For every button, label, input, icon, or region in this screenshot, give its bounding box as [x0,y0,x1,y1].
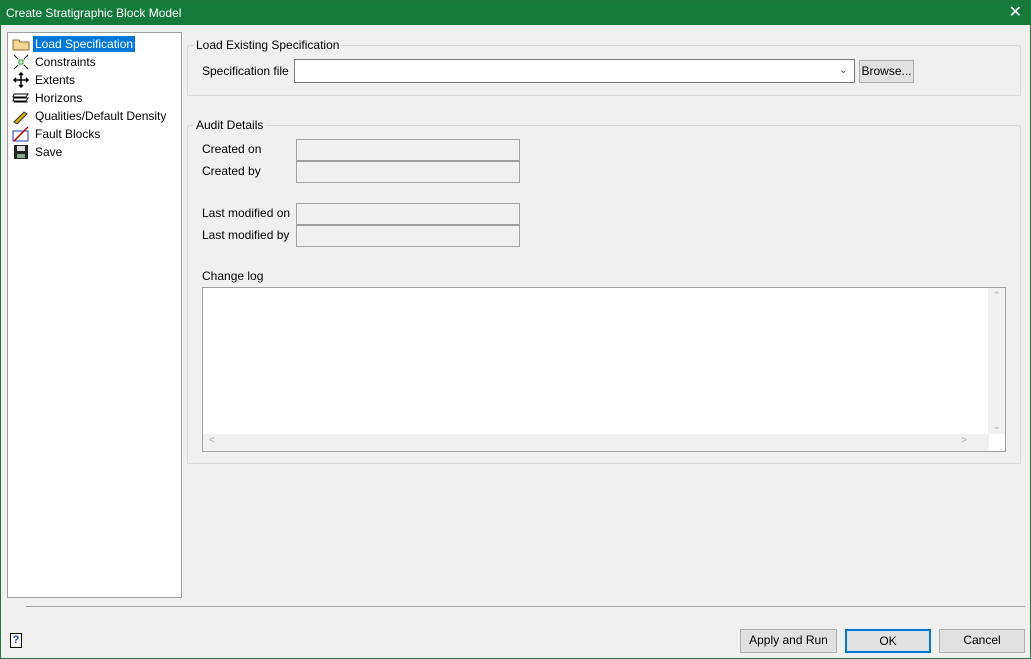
close-icon[interactable]: ✕ [1009,1,1022,25]
fault-icon [12,126,29,142]
last-modified-by-label: Last modified by [202,228,290,242]
change-log-label: Change log [202,269,264,283]
floppy-disk-icon [14,145,28,159]
group-caption: Load Existing Specification [194,38,342,52]
tree-item-horizons[interactable]: Horizons [12,89,84,107]
apply-and-run-button[interactable]: Apply and Run [740,629,837,653]
navigation-tree: Load Specification Constraints Extents H… [7,32,182,598]
tree-item-save[interactable]: Save [12,143,64,161]
last-modified-on-label: Last modified on [202,206,291,220]
change-log-textarea[interactable]: ⌃ ⌄ < > [202,287,1006,452]
footer-divider [26,606,1025,607]
dialog-window: Create Stratigraphic Block Model ✕ Load … [0,0,1031,659]
tree-item-load-specification[interactable]: Load Specification [12,35,136,53]
created-on-label: Created on [202,142,262,156]
folder-icon [12,39,30,51]
title-bar: Create Stratigraphic Block Model ✕ [1,1,1030,25]
tree-item-label: Horizons [35,91,83,105]
group-caption: Audit Details [194,118,266,132]
created-on-field [296,139,520,161]
horizontal-scrollbar[interactable]: < > [203,434,989,451]
created-by-field [296,161,520,183]
specification-file-combobox[interactable]: ⌄ [294,59,855,83]
cancel-button[interactable]: Cancel [939,629,1025,653]
help-icon[interactable]: ? [10,633,22,648]
tree-item-label: Constraints [35,55,96,69]
created-by-label: Created by [202,164,261,178]
layers-icon [12,93,29,103]
tree-item-qualities[interactable]: Qualities/Default Density [12,107,168,125]
tree-item-fault-blocks[interactable]: Fault Blocks [12,125,102,143]
chevron-down-icon[interactable]: ⌄ [839,63,848,76]
last-modified-on-field [296,203,520,225]
tree-item-label: Save [35,145,63,159]
last-modified-by-field [296,225,520,247]
tree-item-label: Fault Blocks [35,127,101,141]
tree-item-label: Extents [35,73,76,87]
constraints-icon [13,54,29,70]
tree-item-extents[interactable]: Extents [12,71,77,89]
move-arrows-icon [12,72,30,88]
tree-item-label: Load Specification [33,36,136,52]
browse-button[interactable]: Browse... [859,60,914,83]
tree-item-constraints[interactable]: Constraints [12,53,98,71]
pencil-icon [13,111,28,124]
specification-file-label: Specification file [202,64,289,78]
ok-button[interactable]: OK [845,629,931,653]
tree-item-label: Qualities/Default Density [35,109,167,123]
vertical-scrollbar[interactable]: ⌃ ⌄ [988,288,1005,434]
window-title: Create Stratigraphic Block Model [6,6,182,20]
